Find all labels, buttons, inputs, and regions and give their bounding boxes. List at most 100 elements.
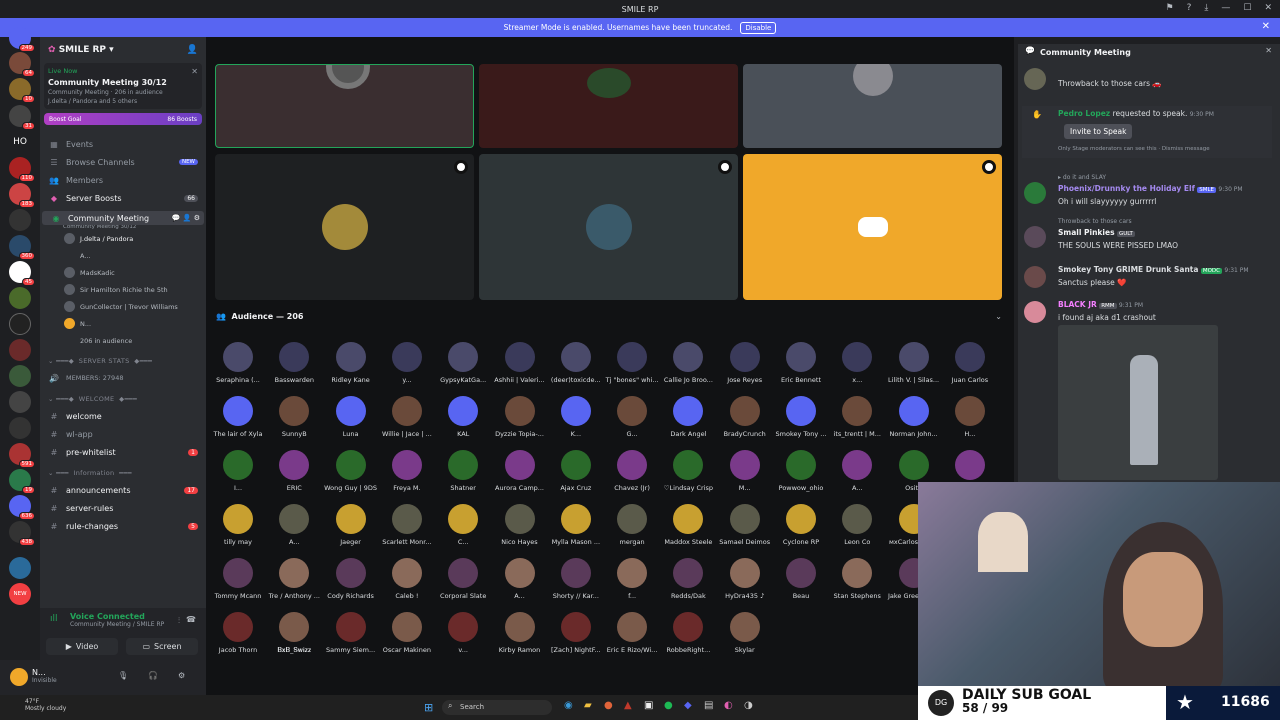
home-icon[interactable]: 249 xyxy=(9,27,35,52)
audience-member[interactable]: Basswarden xyxy=(266,342,322,384)
app-icon[interactable]: ▣ xyxy=(644,700,653,711)
help-icon[interactable]: ? xyxy=(1187,3,1192,13)
channel-pre-whitelist[interactable]: # pre-whitelist 1 xyxy=(40,443,206,461)
server-icon[interactable] xyxy=(9,339,31,361)
add-member-icon[interactable]: 👤 xyxy=(187,45,198,55)
browse-channels-link[interactable]: ☰ Browse Channels NEW xyxy=(40,153,206,171)
audience-member[interactable]: Stan Stephens xyxy=(829,558,885,600)
noise-suppression-icon[interactable]: ⫶ xyxy=(178,616,180,626)
speaker-tile[interactable] xyxy=(743,64,1002,148)
audience-member[interactable]: RobbeRight... xyxy=(660,612,716,654)
close-icon[interactable]: ✕ xyxy=(191,67,198,76)
server-icon[interactable] xyxy=(9,209,31,231)
audience-member[interactable]: f... xyxy=(604,558,660,600)
audience-member[interactable]: I... xyxy=(210,450,266,492)
audience-member[interactable]: M... xyxy=(717,450,773,492)
audience-member[interactable]: Dark Angel xyxy=(660,396,716,438)
audience-member[interactable]: Seraphina (... xyxy=(210,342,266,384)
audience-member[interactable]: Lilith V. | Silas... xyxy=(886,342,942,384)
audience-member[interactable]: Tj "bones" whi... xyxy=(604,342,660,384)
avatar[interactable] xyxy=(10,668,28,686)
audience-member[interactable]: Wong Guy | 9DS xyxy=(323,450,379,492)
screen-share-button[interactable]: ▭ Screen xyxy=(126,638,198,655)
audience-member[interactable]: [Zach] NightF... xyxy=(548,612,604,654)
taskbar-search[interactable]: Search xyxy=(442,700,552,715)
audience-member[interactable]: Oscar Makinen xyxy=(379,612,435,654)
audience-member[interactable]: Shorty // Kar... xyxy=(548,558,604,600)
app-icon[interactable]: ◐ xyxy=(724,700,733,711)
audience-member[interactable]: v... xyxy=(435,612,491,654)
audience-member[interactable]: Callie Jo Broo... xyxy=(660,342,716,384)
server-icon[interactable]: 438 xyxy=(9,521,35,546)
audience-member[interactable]: Shatner xyxy=(435,450,491,492)
audience-member[interactable]: Dyzzie Topia-... xyxy=(492,396,548,438)
edge-icon[interactable]: ◉ xyxy=(564,700,573,711)
audience-member[interactable]: A... xyxy=(829,450,885,492)
channel-server-rules[interactable]: # server-rules xyxy=(40,499,206,517)
server-boosts-link[interactable]: ◆ Server Boosts 66 xyxy=(40,189,206,207)
speaker-item[interactable]: N... xyxy=(40,315,206,332)
discord-icon[interactable]: ◆ xyxy=(684,700,692,711)
audience-member[interactable]: x... xyxy=(829,342,885,384)
server-icon[interactable]: 45 xyxy=(9,261,35,286)
speaker-item[interactable]: GunCollector | Trevor Williams xyxy=(40,298,206,315)
app-icon[interactable]: ◑ xyxy=(744,700,753,711)
audience-member[interactable]: Eric E Rizo/Wi... xyxy=(604,612,660,654)
audience-member[interactable]: Tre / Anthony ... xyxy=(266,558,322,600)
audience-member[interactable]: Ashhii | Valeri... xyxy=(492,342,548,384)
server-icon[interactable]: 636 xyxy=(9,495,35,520)
speaker-item[interactable]: J.delta / Pandora xyxy=(40,230,206,247)
settings-gear-icon[interactable]: ⚙ xyxy=(178,671,185,680)
audience-member[interactable]: Nico Hayes xyxy=(492,504,548,546)
audience-member[interactable]: Chavez (Jr) xyxy=(604,450,660,492)
disconnect-icon[interactable]: ☎ xyxy=(186,615,196,624)
server-icon[interactable]: 360 xyxy=(9,235,35,260)
speaker-item[interactable]: A... xyxy=(40,247,206,264)
speaker-item[interactable]: MadsKadic xyxy=(40,264,206,281)
audience-member[interactable]: BradyCrunch xyxy=(717,396,773,438)
audience-member[interactable]: (deer)toxicde... xyxy=(548,342,604,384)
audience-member[interactable]: Aurora Camp... xyxy=(492,450,548,492)
firefox-icon[interactable]: ● xyxy=(604,700,613,711)
audience-member[interactable]: Mylla Mason ... xyxy=(548,504,604,546)
maximize-icon[interactable]: ☐ xyxy=(1243,3,1251,13)
category-information[interactable]: ⌄ ━━━ Information ━━━ xyxy=(40,465,206,481)
audience-member[interactable]: Cyclone RP xyxy=(773,504,829,546)
members-link[interactable]: 👥 Members xyxy=(40,171,206,189)
audience-member[interactable]: Cody Richards xyxy=(323,558,379,600)
audience-member[interactable]: mergan xyxy=(604,504,660,546)
category-server-stats[interactable]: ⌄ ━━━◆ SERVER STATS ◆━━━ xyxy=(40,353,206,369)
audience-member[interactable]: Redds/Dak xyxy=(660,558,716,600)
download-icon[interactable]: ⤓ xyxy=(1204,3,1208,13)
audience-member[interactable]: 𝐁𝐱𝐁_𝐒𝐰𝐢𝐳𝐳 xyxy=(266,612,322,655)
category-welcome[interactable]: ⌄ ━━━◆ WELCOME ◆━━━ xyxy=(40,391,206,407)
spotify-icon[interactable]: ● xyxy=(664,700,673,711)
server-icon[interactable]: 31 xyxy=(9,105,35,130)
server-icon[interactable] xyxy=(9,417,31,439)
audience-member[interactable]: Ridley Kane xyxy=(323,342,379,384)
speaker-tile[interactable] xyxy=(215,64,474,148)
server-icon[interactable]: 591 xyxy=(9,443,35,468)
audience-member[interactable]: G... xyxy=(604,396,660,438)
audience-member[interactable]: Sammy Siem... xyxy=(323,612,379,654)
server-icon[interactable]: HO xyxy=(9,131,31,153)
audience-count[interactable]: 206 in audience xyxy=(40,332,206,349)
live-event-card[interactable]: Live Now ✕ Community Meeting 30/12 Commun… xyxy=(44,63,202,109)
audience-member[interactable]: Jaeger xyxy=(323,504,379,546)
channel-rule-changes[interactable]: # rule-changes 5 xyxy=(40,517,206,535)
audience-member[interactable]: ERIC xyxy=(266,450,322,492)
speaker-tile[interactable] xyxy=(215,154,474,300)
boost-goal[interactable]: Boost Goal 86 Boosts xyxy=(44,113,202,125)
audience-member[interactable]: K... xyxy=(548,396,604,438)
audience-member[interactable]: Leon Co xyxy=(829,504,885,546)
app-icon[interactable]: ▤ xyxy=(704,700,713,711)
server-icon[interactable] xyxy=(9,287,31,309)
audience-member[interactable]: ♡Lindsay Crisp xyxy=(660,450,716,492)
channel-welcome[interactable]: # welcome xyxy=(40,407,206,425)
server-header[interactable]: ✿ SMILE RP ▾ 👤 xyxy=(40,37,206,63)
members-stat-channel[interactable]: 🔊 MEMBERS: 27948 xyxy=(40,369,206,387)
audience-member[interactable]: Luna xyxy=(323,396,379,438)
server-icon[interactable] xyxy=(9,557,31,579)
audience-member[interactable]: Skylar xyxy=(717,612,773,654)
speaker-tile[interactable] xyxy=(743,154,1002,300)
